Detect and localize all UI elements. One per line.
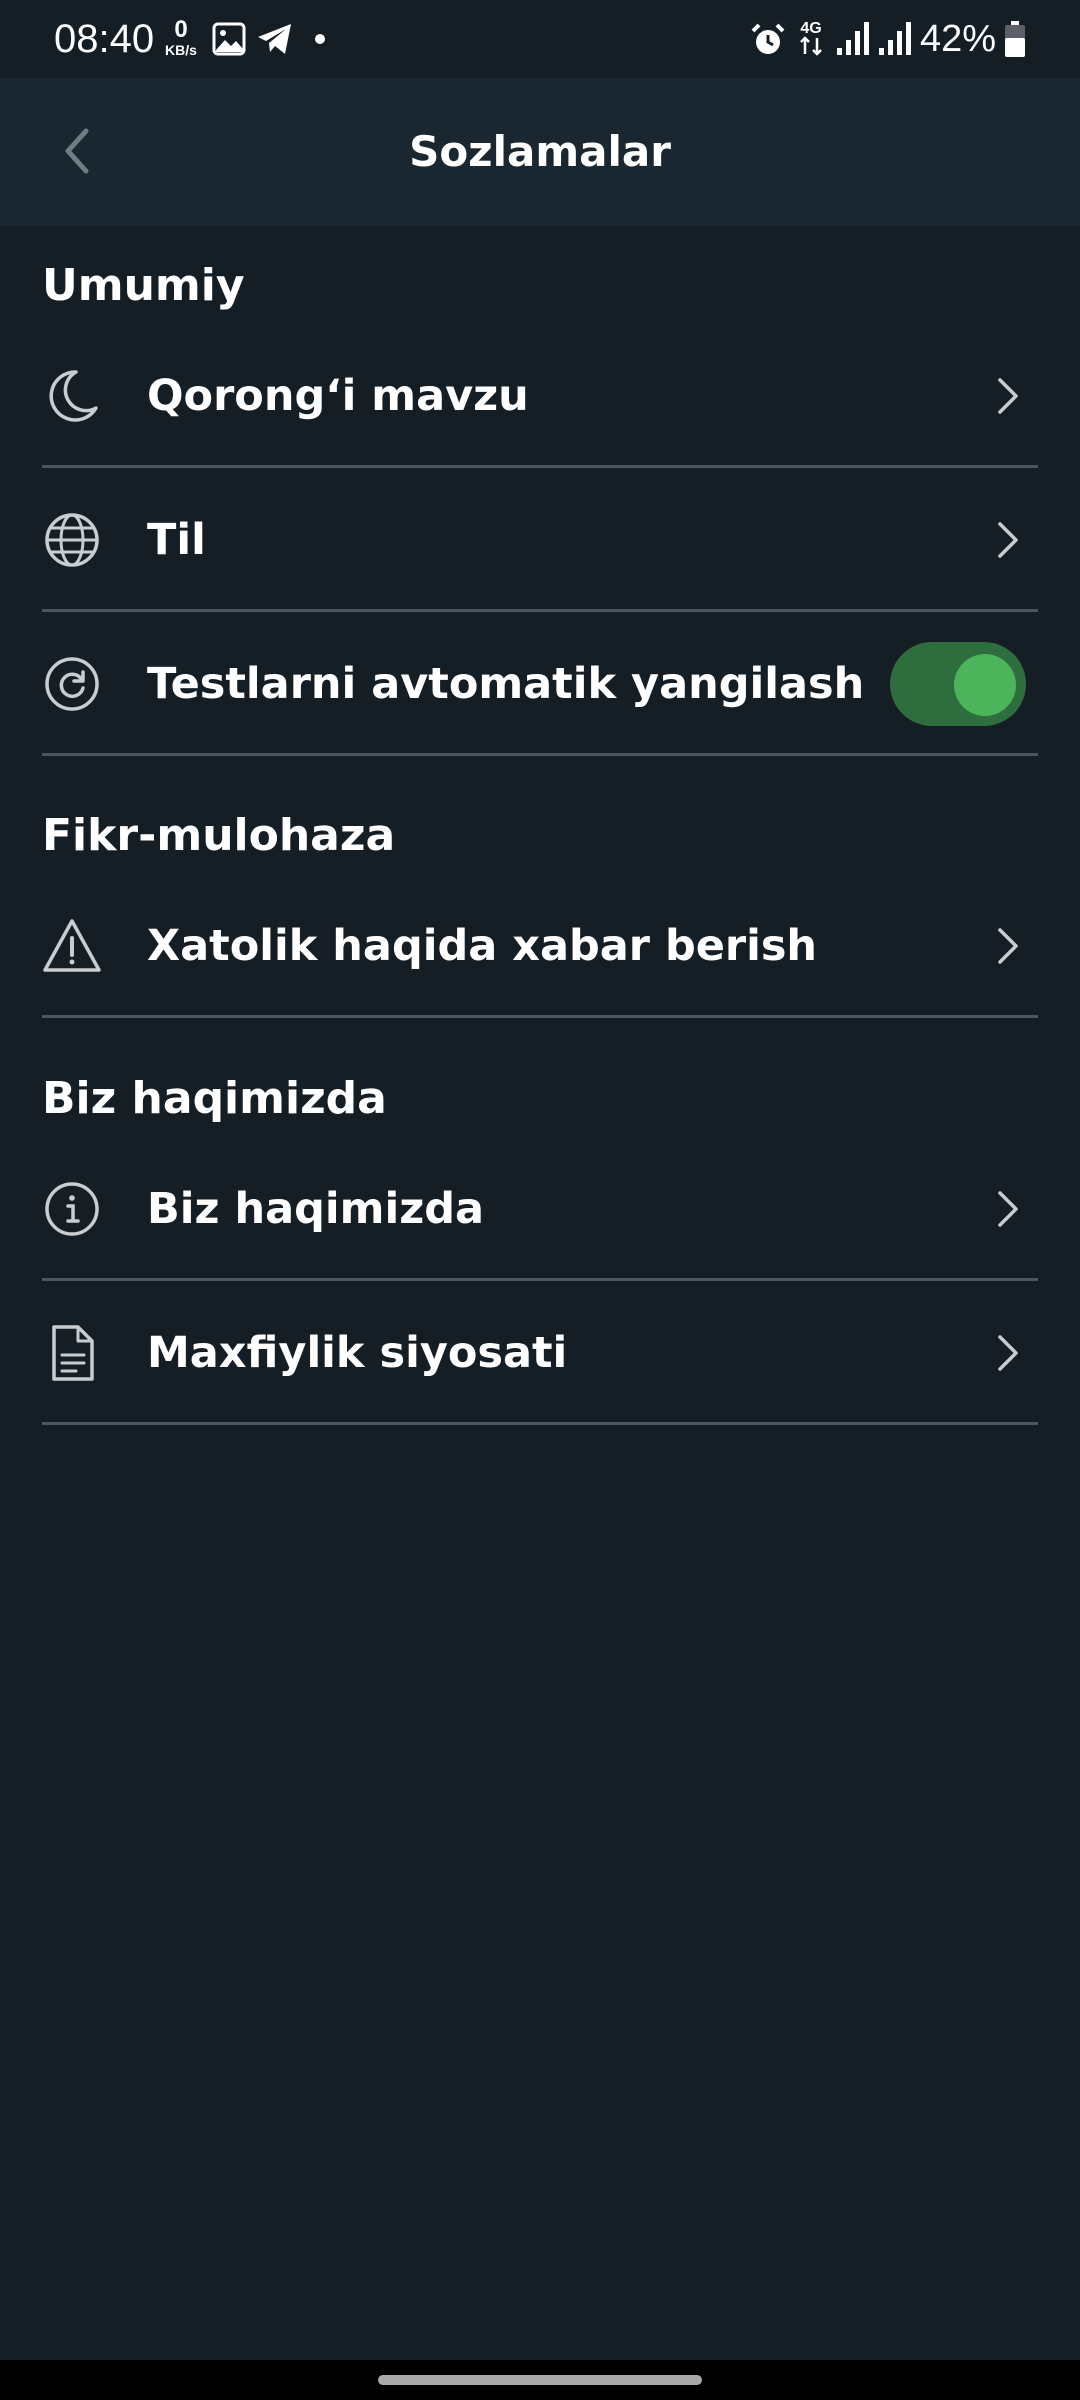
home-gesture-bar[interactable] bbox=[378, 2375, 702, 2385]
toggle-knob bbox=[954, 654, 1016, 716]
svg-text:4G: 4G bbox=[800, 20, 821, 37]
settings-item-about-us[interactable]: Biz haqimizda bbox=[42, 1137, 1038, 1281]
net-speed-value: 0 bbox=[174, 16, 188, 43]
chevron-right-icon bbox=[998, 928, 1018, 964]
battery-percent: 42% bbox=[920, 18, 997, 60]
net-speed: 0 KB/s bbox=[160, 16, 202, 59]
chevron-right-icon bbox=[998, 522, 1018, 558]
settings-item-label: Qorong‘i mavzu bbox=[147, 371, 529, 421]
refresh-icon bbox=[45, 657, 99, 711]
navigation-bar bbox=[0, 2360, 1080, 2400]
status-bar: 08:40 0 KB/s 4G 42% bbox=[0, 0, 1080, 78]
settings-item-report-bug[interactable]: Xatolik haqida xabar berish bbox=[42, 874, 1038, 1018]
warning-icon bbox=[43, 919, 101, 972]
auto-update-toggle[interactable] bbox=[890, 642, 1026, 726]
section-title-about: Biz haqimizda bbox=[42, 1073, 387, 1124]
status-time: 08:40 bbox=[54, 17, 155, 61]
telegram-icon bbox=[258, 24, 291, 54]
chevron-right-icon bbox=[998, 1191, 1018, 1227]
settings-item-privacy-policy[interactable]: Maxfiylik siyosati bbox=[42, 1281, 1038, 1425]
4g-icon: 4G bbox=[800, 20, 822, 56]
settings-item-label: Testlarni avtomatik yangilash bbox=[147, 659, 865, 709]
net-speed-unit: KB/s bbox=[165, 42, 197, 58]
section-title-feedback: Fikr-mulohaza bbox=[42, 810, 396, 861]
gallery-icon bbox=[212, 22, 246, 56]
chevron-right-icon bbox=[998, 378, 1018, 414]
back-button[interactable] bbox=[44, 118, 110, 184]
battery-icon bbox=[1005, 21, 1025, 57]
document-icon bbox=[52, 1325, 94, 1381]
app-bar: Sozlamalar bbox=[0, 78, 1080, 226]
settings-item-label: Biz haqimizda bbox=[147, 1184, 485, 1234]
signal-icon bbox=[879, 22, 911, 55]
info-icon bbox=[45, 1182, 99, 1236]
signal-icon bbox=[837, 22, 869, 55]
settings-item-label: Maxfiylik siyosati bbox=[147, 1328, 568, 1378]
dot-icon bbox=[315, 34, 325, 44]
section-title-general: Umumiy bbox=[42, 260, 245, 311]
moon-icon bbox=[49, 370, 98, 422]
settings-item-label: Til bbox=[147, 515, 206, 565]
globe-icon bbox=[45, 513, 99, 567]
chevron-right-icon bbox=[998, 1335, 1018, 1371]
settings-item-language[interactable]: Til bbox=[42, 468, 1038, 612]
chevron-left-icon bbox=[65, 128, 89, 174]
alarm-icon bbox=[751, 23, 785, 54]
page-title: Sozlamalar bbox=[409, 127, 671, 176]
settings-item-dark-theme[interactable]: Qorong‘i mavzu bbox=[42, 324, 1038, 468]
settings-item-auto-update-tests: Testlarni avtomatik yangilash bbox=[42, 612, 1038, 756]
settings-item-label: Xatolik haqida xabar berish bbox=[147, 921, 818, 971]
